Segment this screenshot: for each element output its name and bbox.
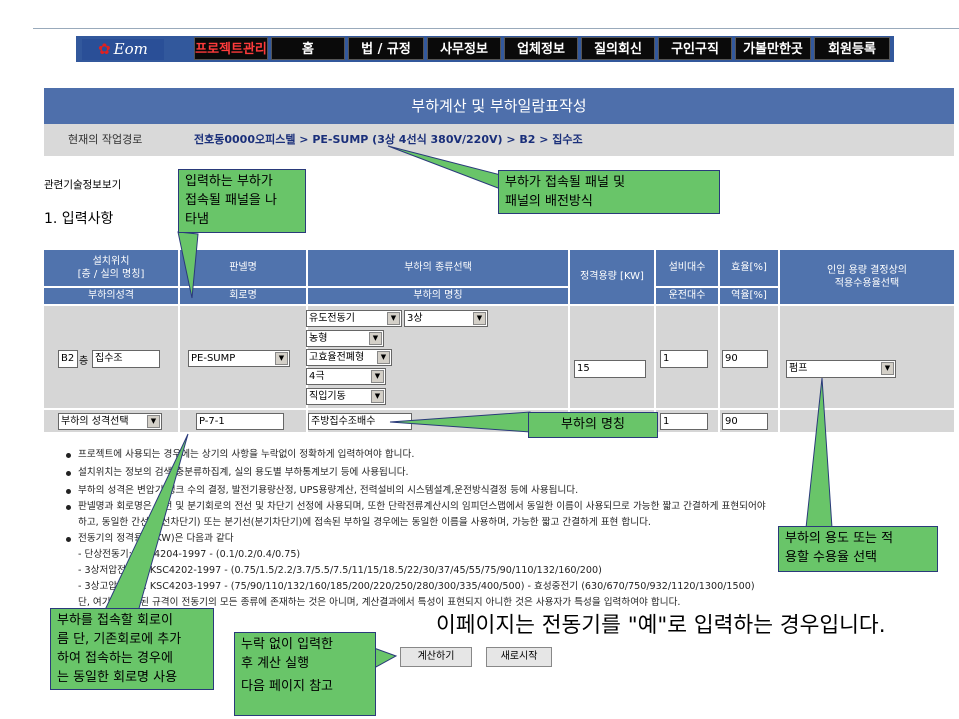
callout-calc-note: 누락 없이 입력한 후 계산 실행 다음 페이지 참고 [234, 632, 376, 716]
callout-pointer [389, 411, 531, 433]
callout-pointer [103, 433, 189, 613]
callout-panel-input: 입력하는 부하가 접속될 패널을 나 타냄 [178, 169, 306, 233]
callout-calc-note-line1: 누락 없이 입력한 후 계산 실행 [241, 637, 333, 671]
callout-panel-wiring: 부하가 접속될 패널 및 패널의 배전방식 [498, 170, 720, 214]
callout-pointer [373, 647, 398, 669]
callout-pointer [805, 377, 833, 529]
callout-circuit-note: 부하를 접속할 회로이 름 단, 기존회로에 추가 하여 접속하는 경우에 는 … [50, 608, 214, 690]
callout-load-name: 부하의 명칭 [528, 412, 658, 438]
callout-pointer [177, 231, 199, 299]
callout-calc-note-line2: 다음 페이지 참고 [241, 679, 333, 694]
callout-demand-usage: 부하의 용도 또는 적 용할 수용율 선택 [778, 526, 938, 572]
